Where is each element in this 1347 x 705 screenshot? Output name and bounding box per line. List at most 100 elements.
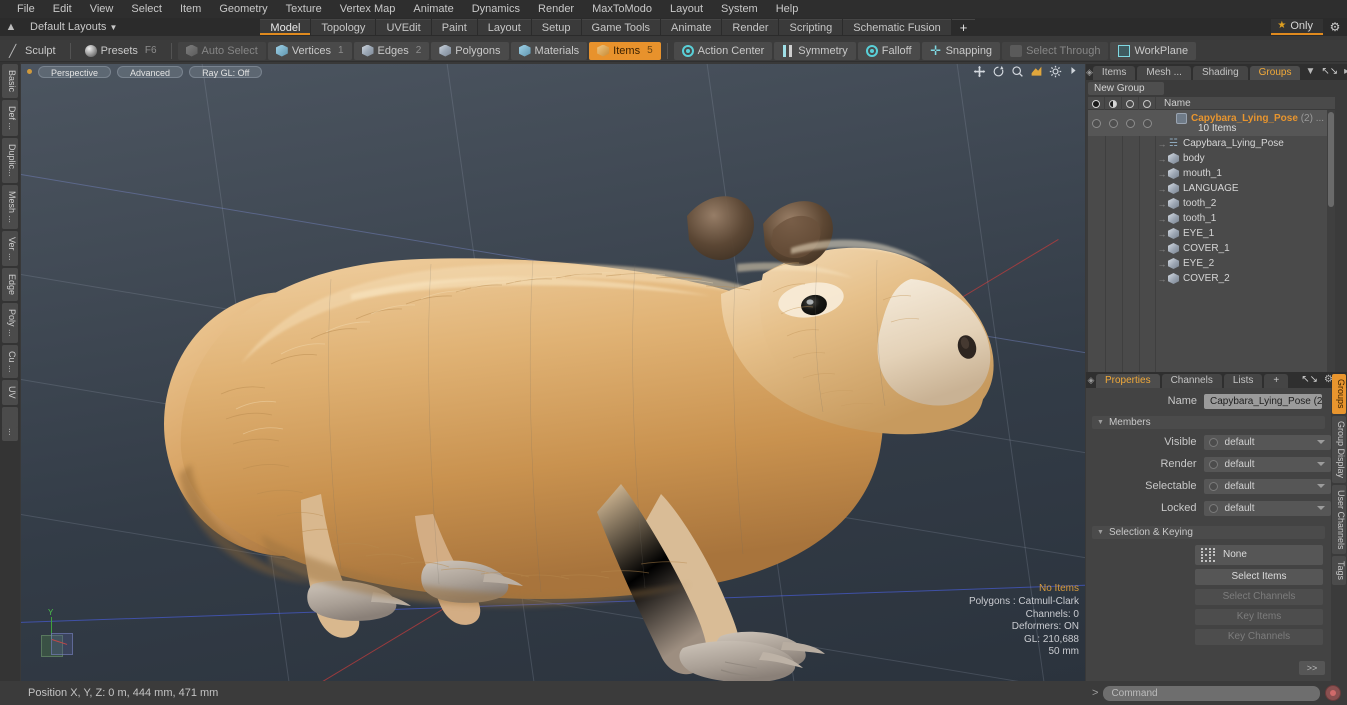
properties-menu-icon[interactable]: ◈ [1086, 372, 1096, 388]
render-icon[interactable] [1105, 96, 1122, 110]
menu-item-edit[interactable]: Edit [44, 0, 81, 18]
group-toggles[interactable] [1088, 116, 1156, 131]
selectable-dropdown[interactable]: default [1203, 478, 1331, 494]
item-row-mouth_1[interactable]: → mouth_1 [1088, 166, 1335, 181]
mode-button-items[interactable]: Items 5 [589, 41, 661, 60]
layout-tab-uvedit[interactable]: UVEdit [376, 19, 431, 35]
chevron-down-icon[interactable]: ▼ [1302, 64, 1318, 80]
record-icon[interactable] [1325, 685, 1341, 701]
default-layouts-selector[interactable]: Default Layouts ▼ [22, 19, 125, 35]
right-tab-items[interactable]: Items [1092, 66, 1136, 80]
item-toggles[interactable] [1088, 211, 1156, 226]
layout-tab-setup[interactable]: Setup [531, 19, 581, 35]
left-tab-duplic[interactable]: Duplic... [2, 138, 18, 183]
left-tab-def[interactable]: Def ... [2, 100, 18, 137]
viewport-shading-button[interactable]: Advanced [117, 65, 184, 78]
group-header-row[interactable]: Capybara_Lying_Pose (2) ... 10 Items [1088, 110, 1335, 136]
eye-toggle[interactable] [1092, 118, 1101, 128]
side-tab-tags[interactable]: Tags [1332, 556, 1346, 586]
menu-item-system[interactable]: System [712, 0, 767, 18]
side-tab-groups[interactable]: Groups [1332, 374, 1346, 414]
side-tab-user-channels[interactable]: User Channels [1332, 484, 1346, 555]
add-properties-tab-button[interactable]: + [1264, 374, 1289, 388]
chevron-right-icon[interactable] [1068, 65, 1081, 78]
item-toggles[interactable] [1088, 181, 1156, 196]
scrollbar-thumb[interactable] [1328, 112, 1334, 207]
render-preview-icon[interactable] [1030, 65, 1043, 78]
menu-item-layout[interactable]: Layout [661, 0, 712, 18]
menu-item-animate[interactable]: Animate [404, 0, 462, 18]
item-toggles[interactable] [1088, 271, 1156, 286]
item-row-eye_2[interactable]: → EYE_2 [1088, 256, 1335, 271]
presets-button[interactable]: Presets F6 [77, 42, 165, 60]
gear-icon[interactable] [1049, 65, 1062, 78]
selectable-toggle[interactable] [1126, 118, 1135, 128]
menu-item-maxtomodo[interactable]: MaxToModo [583, 0, 661, 18]
layout-tab-model[interactable]: Model [260, 19, 311, 35]
menu-item-render[interactable]: Render [529, 0, 583, 18]
left-tab-poly[interactable]: Poly ... [2, 303, 18, 343]
select-items-button[interactable]: Select Items [1195, 569, 1323, 585]
mode-button-edges[interactable]: Edges 2 [353, 41, 430, 60]
item-row-eye_1[interactable]: → EYE_1 [1088, 226, 1335, 241]
group-item-list[interactable]: Capybara_Lying_Pose (2) ... 10 Items → ☵ Cap… [1088, 110, 1335, 417]
left-tab-ver[interactable]: Ver ... [2, 230, 18, 267]
mode-button-materials[interactable]: Materials [510, 41, 588, 60]
mode-button-polygons[interactable]: Polygons [431, 41, 509, 60]
layout-tab-schematic-fusion[interactable]: Schematic Fusion [843, 19, 951, 35]
viewport-perspective-button[interactable]: Perspective [38, 65, 112, 78]
layout-tab-render[interactable]: Render [722, 19, 779, 35]
layout-tab-game-tools[interactable]: Game Tools [581, 19, 661, 35]
left-tab-uv[interactable]: UV [2, 380, 18, 405]
item-row-cover_1[interactable]: → COVER_1 [1088, 241, 1335, 256]
lock-toggle[interactable] [1143, 118, 1152, 128]
command-input[interactable]: Command [1103, 685, 1320, 701]
eye-icon[interactable] [1088, 96, 1105, 110]
selectable-icon[interactable] [1122, 96, 1139, 110]
left-strip-extra-button[interactable] [2, 410, 18, 428]
selection-mode-none-button[interactable]: None [1195, 545, 1323, 565]
menu-item-dynamics[interactable]: Dynamics [463, 0, 529, 18]
mode-button-vertices[interactable]: Vertices 1 [267, 41, 352, 60]
mode-button-auto-select[interactable]: Auto Select [177, 41, 266, 60]
visible-dropdown[interactable]: default [1203, 434, 1331, 450]
menu-item-file[interactable]: File [8, 0, 44, 18]
layout-tab-scripting[interactable]: Scripting [779, 19, 843, 35]
gear-icon[interactable]: ⚙ [1323, 20, 1347, 34]
option-button-action-center[interactable]: Action Center [673, 41, 773, 60]
more-options-button[interactable]: >> [1299, 661, 1325, 675]
item-toggles[interactable] [1088, 256, 1156, 271]
render-dropdown[interactable]: default [1203, 456, 1331, 472]
only-toggle-button[interactable]: ★ Only [1271, 19, 1323, 35]
menu-item-texture[interactable]: Texture [277, 0, 331, 18]
menu-item-view[interactable]: View [81, 0, 123, 18]
home-icon[interactable]: ▲ [0, 21, 22, 33]
item-row-cover_2[interactable]: → COVER_2 [1088, 271, 1335, 286]
menu-item-geometry[interactable]: Geometry [210, 0, 276, 18]
lock-icon[interactable] [1139, 96, 1156, 110]
properties-tab-channels[interactable]: Channels [1161, 374, 1222, 388]
menu-item-select[interactable]: Select [122, 0, 171, 18]
expand-icon[interactable]: ↖↘ [1318, 64, 1341, 80]
zoom-icon[interactable] [1011, 65, 1024, 78]
left-tab-mesh[interactable]: Mesh ... [2, 184, 18, 229]
left-tab-cu[interactable]: Cu ... [2, 344, 18, 379]
left-tab-edge[interactable]: Edge [2, 268, 18, 302]
side-tab-group-display[interactable]: Group Display [1332, 415, 1346, 483]
menu-item-help[interactable]: Help [767, 0, 808, 18]
rotate-icon[interactable] [992, 65, 1005, 78]
menu-item-vertex-map[interactable]: Vertex Map [331, 0, 405, 18]
menu-item-item[interactable]: Item [171, 0, 210, 18]
right-tab-groups[interactable]: Groups [1249, 66, 1301, 80]
move-icon[interactable] [973, 65, 986, 78]
chevron-right-icon[interactable]: ▸ [1341, 64, 1347, 80]
item-row-tooth_1[interactable]: → tooth_1 [1088, 211, 1335, 226]
item-toggles[interactable] [1088, 226, 1156, 241]
name-input[interactable]: Capybara_Lying_Pose (2) [1204, 393, 1322, 409]
item-toggles[interactable] [1088, 136, 1156, 151]
option-button-falloff[interactable]: Falloff [857, 41, 920, 60]
item-toggles[interactable] [1088, 241, 1156, 256]
layout-tab-topology[interactable]: Topology [311, 19, 376, 35]
locked-dropdown[interactable]: default [1203, 500, 1331, 516]
item-row-tooth_2[interactable]: → tooth_2 [1088, 196, 1335, 211]
